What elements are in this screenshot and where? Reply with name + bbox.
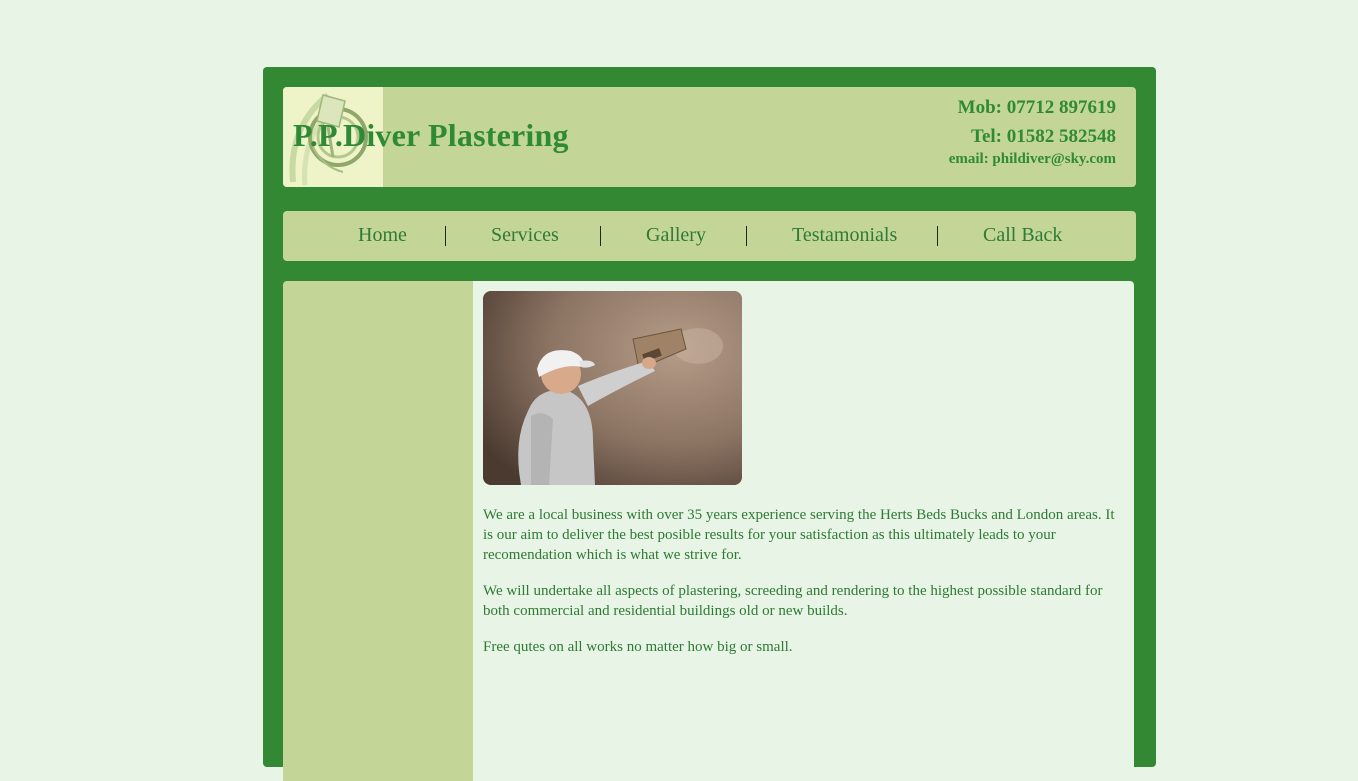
nav-services[interactable]: Services xyxy=(491,224,559,247)
site-frame: P.P.Diver Plastering Mob: 07712 897619 T… xyxy=(263,67,1156,781)
contact-block: Mob: 07712 897619 Tel: 01582 582548 emai… xyxy=(949,97,1116,168)
nav-call-back[interactable]: Call Back xyxy=(983,224,1062,247)
nav-home[interactable]: Home xyxy=(358,224,407,247)
services-paragraph: We will undertake all aspects of plaster… xyxy=(483,583,1103,619)
intro-paragraph: We are a local business with over 35 yea… xyxy=(483,507,1115,563)
header: P.P.Diver Plastering Mob: 07712 897619 T… xyxy=(283,87,1136,187)
nav-divider xyxy=(600,226,601,246)
email-address: email: phildiver@sky.com xyxy=(948,151,1116,167)
nav-divider xyxy=(445,226,446,246)
nav-testamonials[interactable]: Testamonials xyxy=(792,224,897,247)
brand-title: P.P.Diver Plastering xyxy=(293,117,569,153)
nav-divider xyxy=(937,226,938,246)
quotes-paragraph: Free qutes on all works no matter how bi… xyxy=(483,639,793,655)
sidebar xyxy=(283,281,473,781)
telephone-number: Tel: 01582 582548 xyxy=(971,126,1116,147)
intro-copy: We are a local business with over 35 yea… xyxy=(483,505,1125,673)
main-nav: Home Services Gallery Testamonials Call … xyxy=(283,211,1136,261)
main-content: We are a local business with over 35 yea… xyxy=(473,281,1134,781)
nav-divider xyxy=(746,226,747,246)
nav-gallery[interactable]: Gallery xyxy=(646,224,706,247)
mobile-number: Mob: 07712 897619 xyxy=(957,97,1116,118)
plasterer-photo xyxy=(483,291,742,485)
